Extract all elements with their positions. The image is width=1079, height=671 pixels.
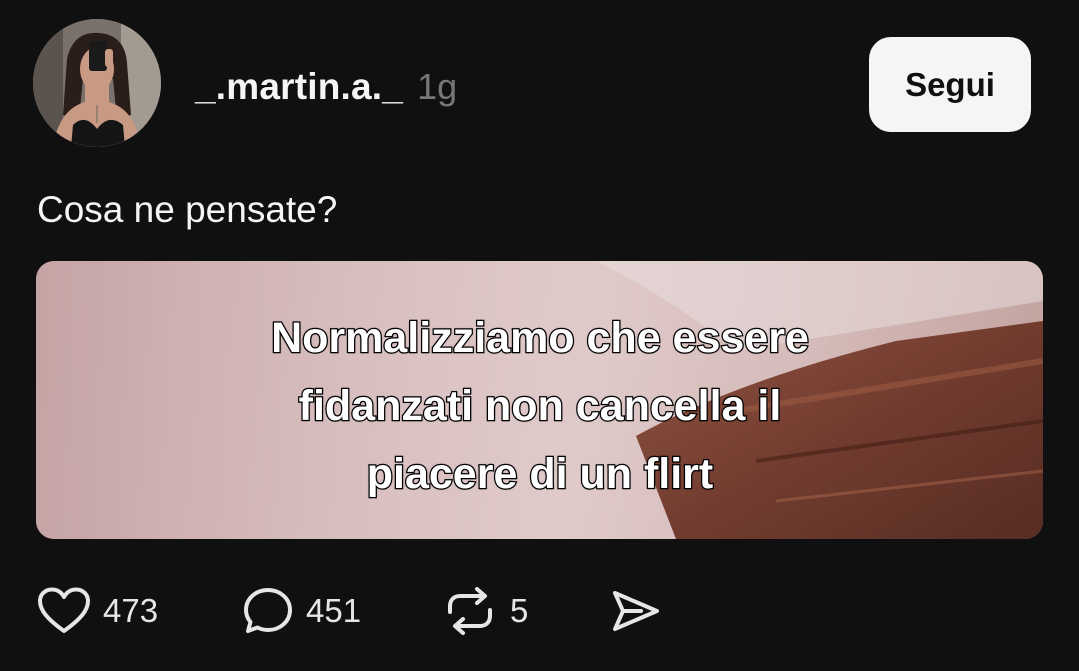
repost-button[interactable]: 5	[442, 586, 609, 636]
post-header: _.martin.a._ 1g	[195, 66, 457, 110]
action-bar: 473 451 5	[37, 585, 661, 637]
thread-post: _.martin.a._ 1g Segui Cosa ne pensate? N…	[0, 0, 1079, 671]
share-button[interactable]	[609, 587, 661, 635]
post-media[interactable]	[36, 261, 1043, 539]
timestamp: 1g	[417, 66, 458, 107]
repost-icon	[448, 587, 492, 635]
username[interactable]: _.martin.a._	[195, 66, 403, 108]
like-button[interactable]: 473	[37, 587, 242, 635]
repost-count: 5	[510, 592, 529, 629]
avatar[interactable]	[33, 19, 161, 147]
follow-button[interactable]: Segui	[869, 37, 1031, 132]
comment-bubble-icon	[244, 588, 292, 633]
send-icon	[613, 591, 659, 631]
like-count: 473	[103, 592, 159, 629]
comment-button[interactable]: 451	[242, 586, 442, 636]
avatar-image	[33, 19, 161, 147]
heart-icon	[38, 587, 90, 633]
comment-count: 451	[306, 592, 362, 629]
post-caption: Cosa ne pensate?	[37, 189, 338, 230]
media-background	[36, 261, 1043, 539]
